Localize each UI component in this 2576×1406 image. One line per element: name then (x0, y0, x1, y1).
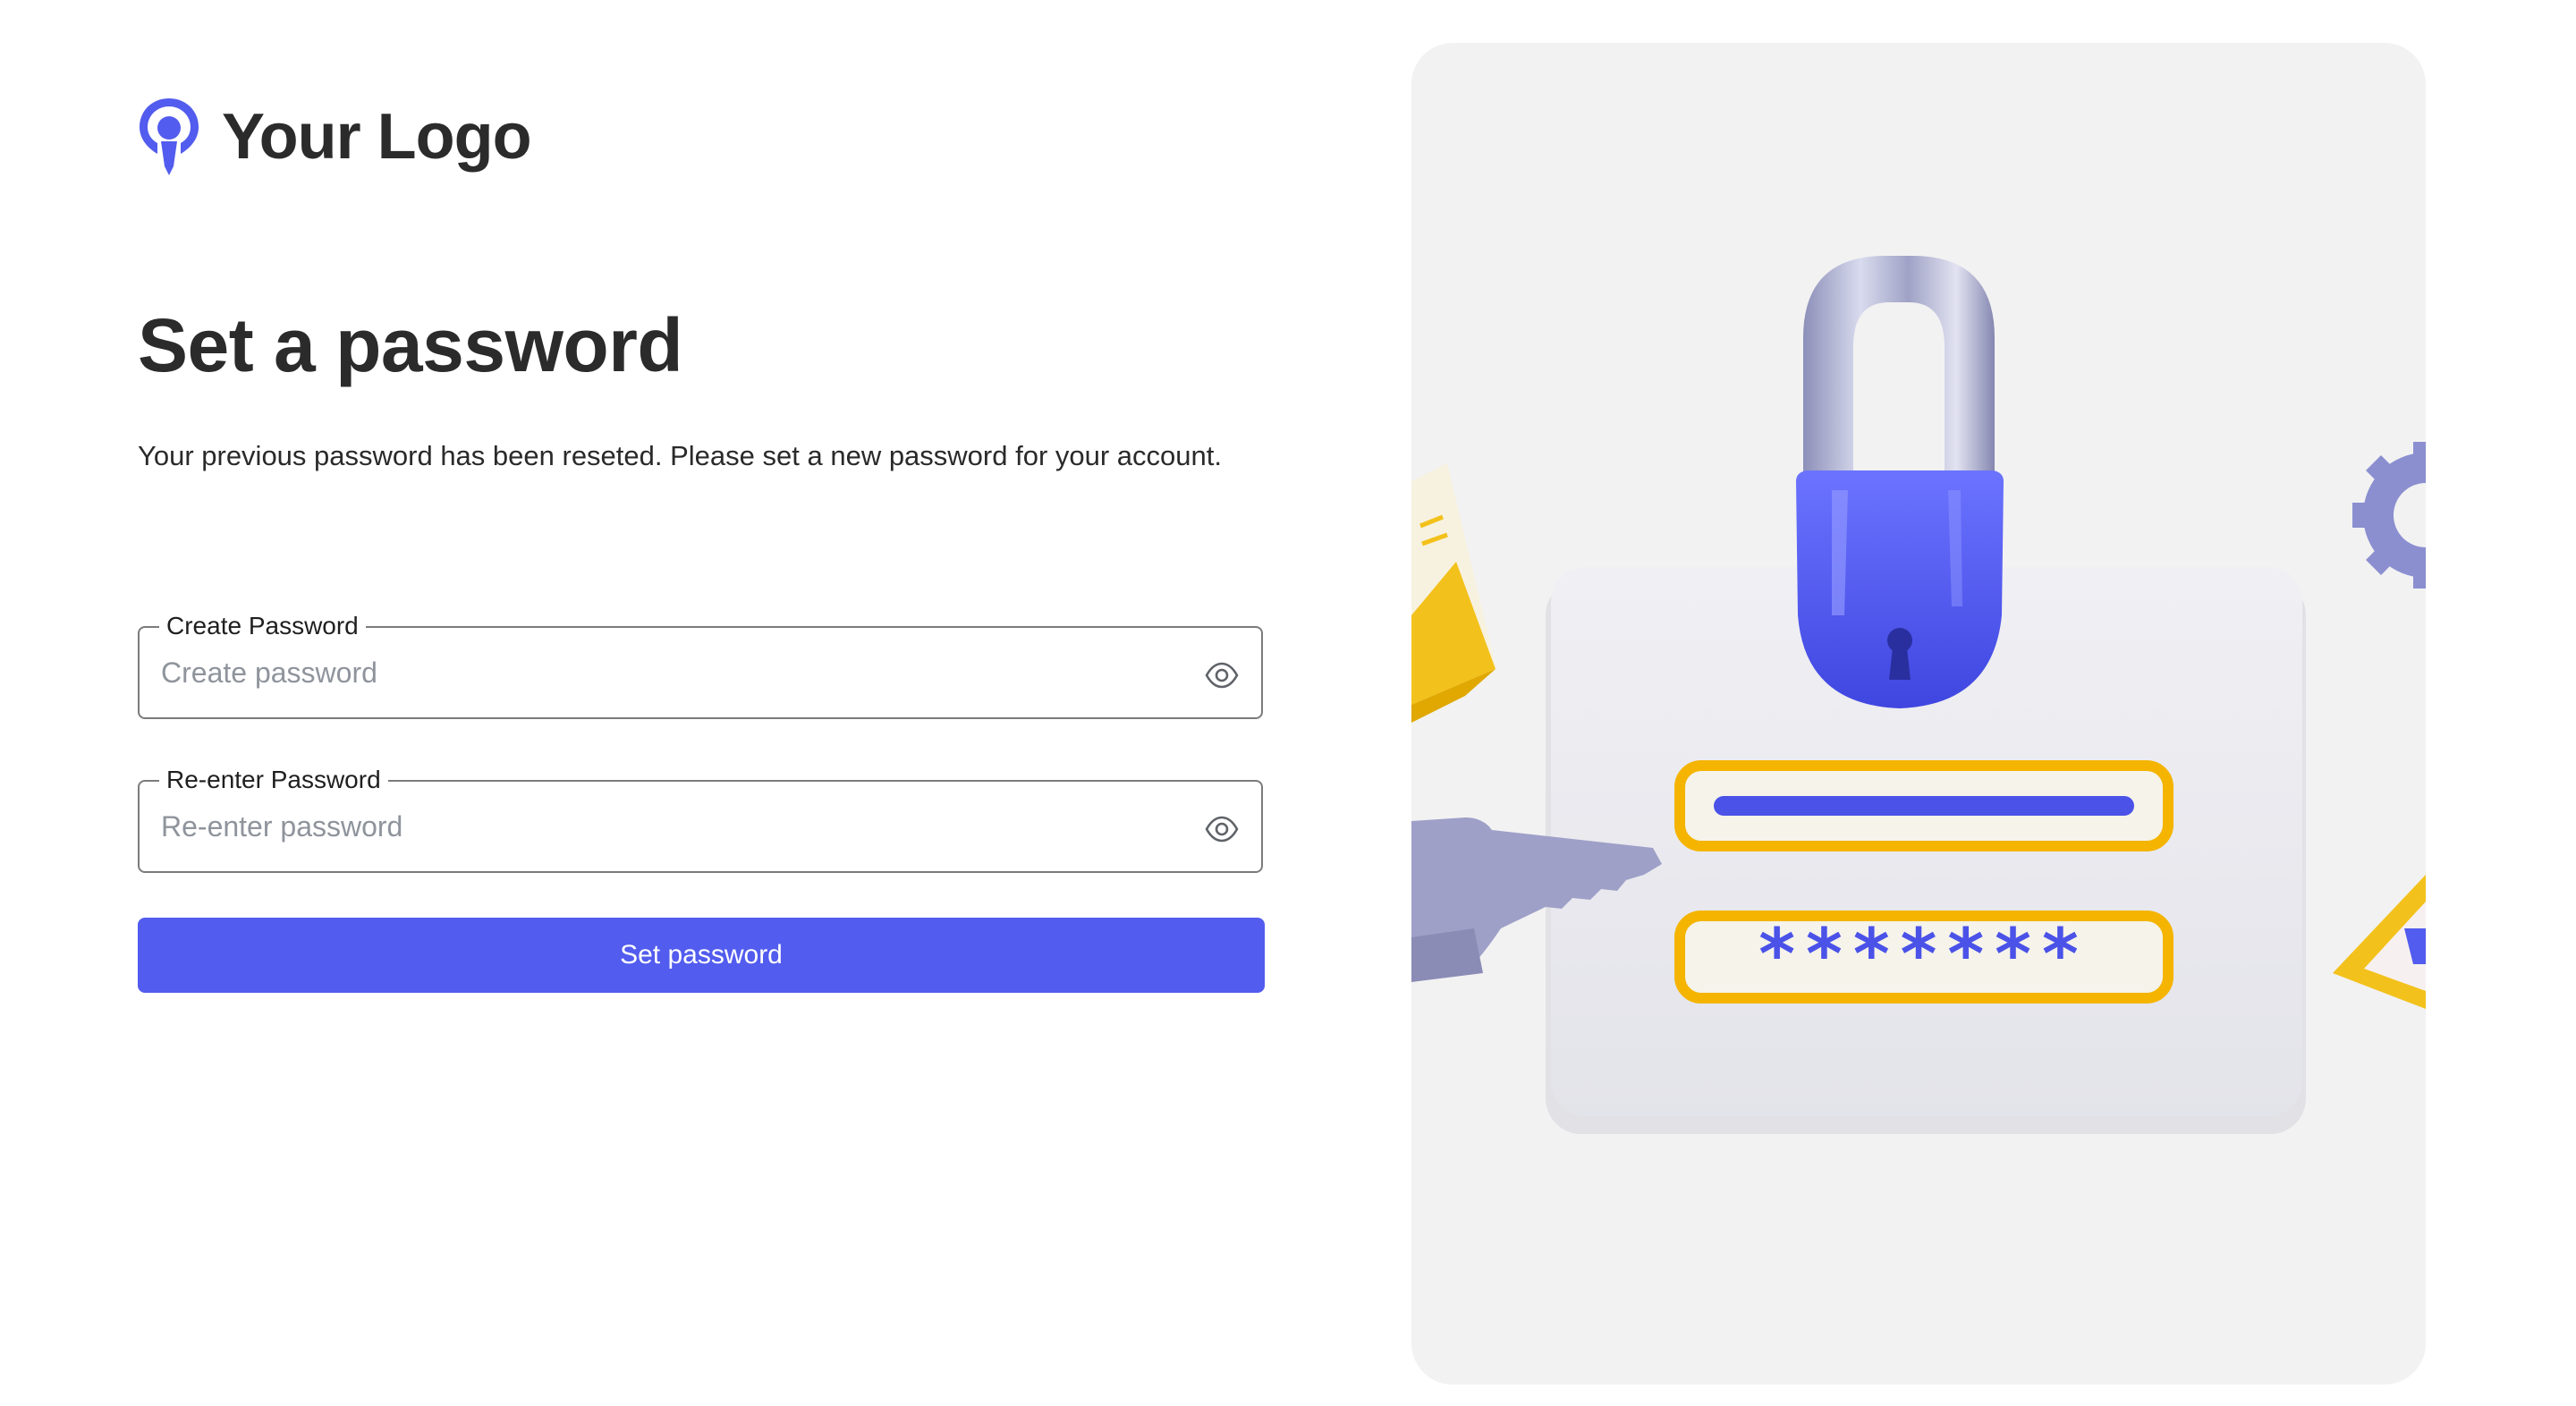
warning-icon (2333, 875, 2426, 1009)
envelope-icon (1411, 463, 1496, 723)
create-password-field: Create Password (138, 610, 1263, 719)
set-password-button[interactable]: Set password (138, 918, 1265, 993)
padlock-illustration-art: ******* (1411, 256, 2426, 1134)
masked-password: ******* (1758, 915, 2089, 995)
padlock-illustration: ******* (1411, 43, 2426, 1385)
eye-icon[interactable] (1204, 657, 1240, 693)
page-subtitle: Your previous password has been reseted.… (138, 440, 1222, 471)
brand-logo[interactable]: Your Logo (138, 97, 532, 177)
gear-icon (2352, 442, 2426, 589)
form-panel: Your Logo Set a password Your previous p… (138, 0, 1265, 1406)
eye-icon[interactable] (1204, 811, 1240, 847)
reenter-password-field: Re-enter Password (138, 764, 1263, 873)
logo-text: Your Logo (222, 101, 532, 173)
reenter-password-input[interactable] (161, 782, 1163, 871)
shackle-shape (1803, 256, 1995, 508)
create-password-input[interactable] (161, 628, 1163, 717)
page-title: Set a password (138, 303, 683, 387)
set-password-page: Your Logo Set a password Your previous p… (0, 0, 2576, 1406)
location-pin-logo-icon (140, 98, 199, 175)
